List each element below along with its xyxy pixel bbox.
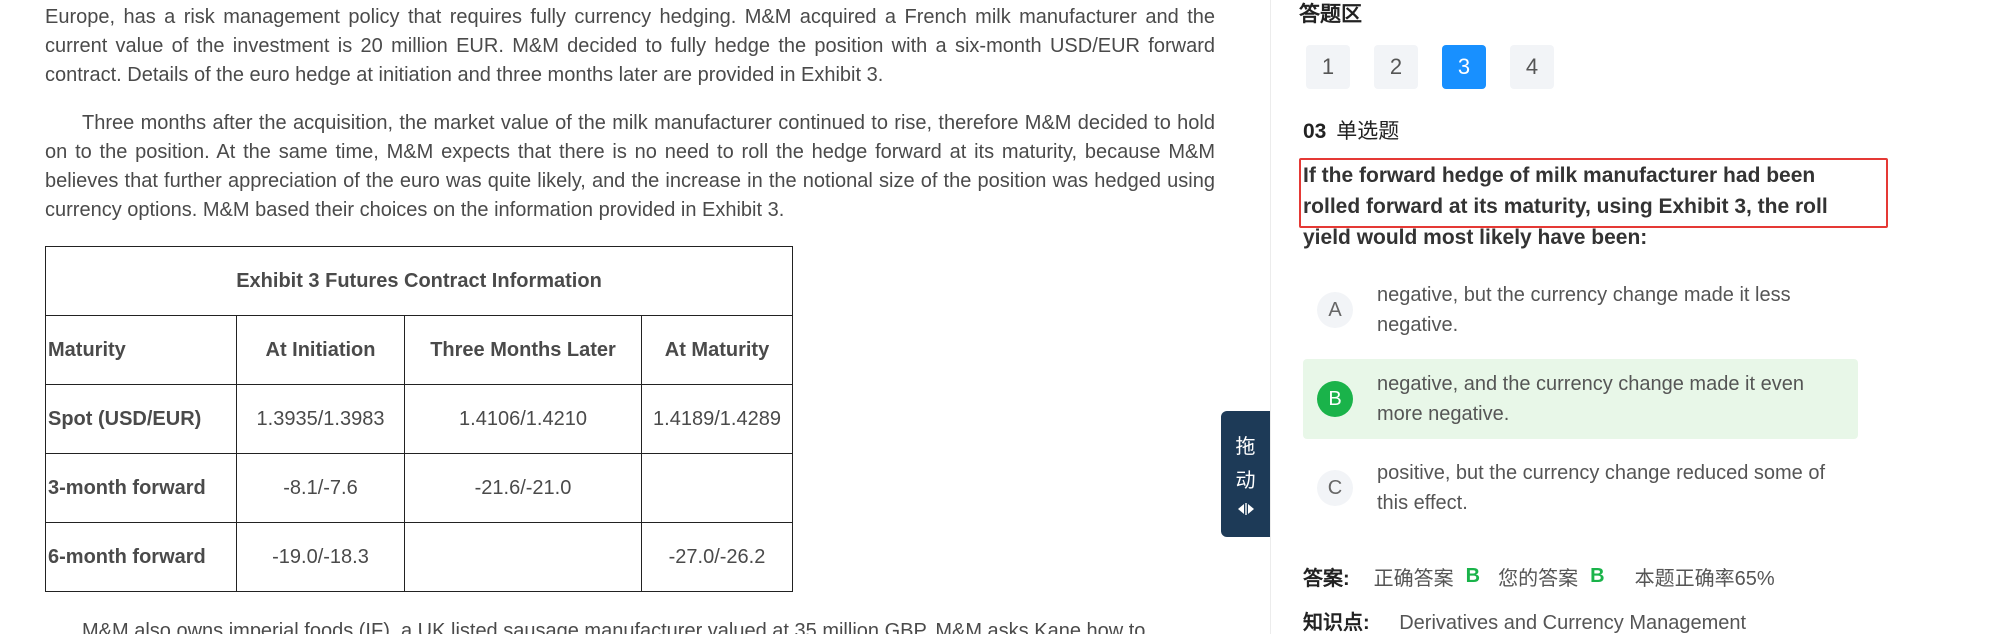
question-nav-button-2[interactable]: 2 <box>1374 45 1418 89</box>
exhibit-caption: Exhibit 3 Futures Contract Information <box>45 246 793 316</box>
table-row-label: 6-month forward <box>45 522 237 592</box>
table-row-label: 3-month forward <box>45 453 237 523</box>
passage-paragraph: Europe, has a risk management policy tha… <box>45 6 1215 86</box>
your-answer-label: 您的答案 <box>1498 568 1579 590</box>
exhibit-table: Exhibit 3 Futures Contract Information M… <box>45 246 793 592</box>
question-nav-button-4[interactable]: 4 <box>1510 45 1554 89</box>
table-header-cell: At Initiation <box>236 315 405 385</box>
drag-resize-handle[interactable]: 拖 动 <box>1221 411 1270 537</box>
drag-handle-char: 动 <box>1235 470 1256 492</box>
table-row: 3-month forward -8.1/-7.6 -21.6/-21.0 <box>45 453 793 523</box>
passage-paragraph: Three months after the acquisition, the … <box>45 112 1215 221</box>
question-number: 03 <box>1303 120 1327 143</box>
option-letter-badge: B <box>1317 381 1353 417</box>
knowledge-value: Derivatives and Currency Management <box>1399 612 1747 634</box>
correct-answer-label: 正确答案 <box>1373 568 1454 590</box>
question-nav: 1 2 3 4 <box>1306 45 1554 89</box>
option-text: negative, but the currency change made i… <box>1377 284 1791 336</box>
table-cell: 1.3935/1.3983 <box>236 384 405 454</box>
answer-label: 答案: <box>1303 568 1350 590</box>
option-c[interactable]: C positive, but the currency change redu… <box>1303 448 1858 528</box>
table-cell: -27.0/-26.2 <box>641 522 793 592</box>
table-cell: -19.0/-18.3 <box>236 522 405 592</box>
option-letter-badge: C <box>1317 470 1353 506</box>
reading-pane: Europe, has a risk management policy tha… <box>0 0 1270 634</box>
option-text: positive, but the currency change reduce… <box>1377 462 1826 514</box>
option-letter-badge: A <box>1317 292 1353 328</box>
your-answer-value: B <box>1590 565 1605 587</box>
question-nav-button-1[interactable]: 1 <box>1306 45 1350 89</box>
table-row: Spot (USD/EUR) 1.3935/1.3983 1.4106/1.42… <box>45 384 793 454</box>
table-cell: 1.4189/1.4289 <box>641 384 793 454</box>
knowledge-label: 知识点: <box>1303 612 1370 634</box>
option-b[interactable]: B negative, and the currency change made… <box>1303 359 1858 439</box>
table-header-cell: Maturity <box>45 315 237 385</box>
table-row: 6-month forward -19.0/-18.3 -27.0/-26.2 <box>45 522 793 592</box>
knowledge-point: 知识点: Derivatives and Currency Management <box>1303 606 1746 635</box>
answer-area-title: 答题区 <box>1299 3 1362 26</box>
table-row-label: Spot (USD/EUR) <box>45 384 237 454</box>
passage-paragraph: M&M also owns imperial foods (IF), a UK … <box>82 620 1146 634</box>
answer-summary: 答案: 正确答案 B 您的答案 B 本题正确率65% <box>1303 562 1775 591</box>
question-text: If the forward hedge of milk manufacture… <box>1303 164 1828 249</box>
drag-handle-char: 拖 <box>1235 436 1256 458</box>
correct-answer-value: B <box>1465 565 1481 587</box>
question-nav-button-3[interactable]: 3 <box>1442 45 1486 89</box>
table-cell: -21.6/-21.0 <box>404 453 642 523</box>
option-a[interactable]: A negative, but the currency change made… <box>1303 270 1858 350</box>
question-header: 03 单选题 <box>1303 115 1399 145</box>
table-header-cell: Three Months Later <box>404 315 642 385</box>
table-cell <box>404 522 642 592</box>
table-header-cell: At Maturity <box>641 315 793 385</box>
resize-horizontal-icon <box>1237 503 1254 515</box>
table-cell: -8.1/-7.6 <box>236 453 405 523</box>
accuracy-rate: 本题正确率65% <box>1634 568 1775 590</box>
answer-panel: 答题区 1 2 3 4 03 单选题 If the forward hedge … <box>1270 0 2000 634</box>
question-type: 单选题 <box>1336 120 1400 143</box>
table-cell <box>641 453 793 523</box>
option-text: negative, and the currency change made i… <box>1377 373 1804 425</box>
table-cell: 1.4106/1.4210 <box>404 384 642 454</box>
